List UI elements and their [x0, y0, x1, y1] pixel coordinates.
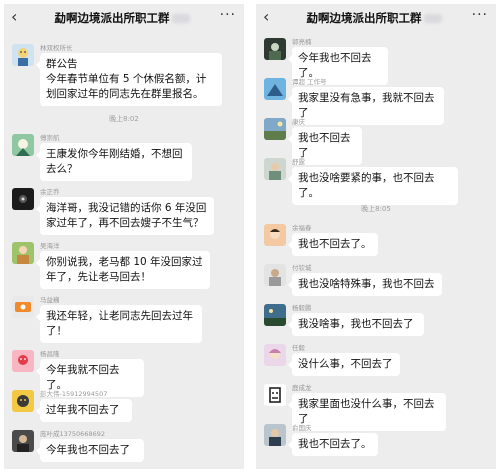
chat-header: ‹ 勐啊边境派出所职工群 ··· [256, 4, 496, 32]
more-options-icon[interactable]: ··· [220, 7, 236, 23]
avatar[interactable] [264, 344, 286, 366]
avatar[interactable] [264, 424, 286, 446]
avatar[interactable] [12, 430, 34, 452]
avatar[interactable] [264, 304, 286, 326]
avatar[interactable] [264, 118, 286, 140]
more-options-icon[interactable]: ··· [472, 7, 488, 23]
back-arrow-icon[interactable]: ‹ [263, 8, 269, 26]
message-bubble[interactable]: 今年我也不回去了 [36, 439, 144, 462]
sender-name: 庞叶成13750668692 [40, 430, 105, 438]
message-bubble[interactable]: 我也不回去了。 [288, 433, 378, 456]
message-bubble[interactable]: 我没啥事，我也不回去了 [288, 313, 424, 336]
sender-name: 彭大伟-15912994507 [40, 390, 108, 398]
avatar[interactable] [12, 44, 34, 66]
message-bubble[interactable]: 我家里面也没什么事，不回去了 [288, 393, 446, 431]
avatar[interactable] [12, 296, 34, 318]
message-bubble[interactable]: 过年我不回去了 [36, 399, 132, 422]
message-bubble[interactable]: 群公告 今年春节单位有 5 个休假名额，计 划回家过年的同志先在群里报名。 [36, 53, 222, 106]
avatar[interactable] [12, 350, 34, 372]
chat-header: ‹ 勐啊边境派出所职工群 ··· [4, 4, 244, 32]
message-bubble[interactable]: 王康发你今年刚结婚，不想回 去么？ [36, 143, 192, 181]
message-bubble[interactable]: 海洋哥，我没记错的话你 6 年没回 家过年了，再不回去嫂子不生气？ [36, 197, 214, 235]
left-chat-screenshot: ‹ 勐啊边境派出所职工群 ··· 林双权所长 群公告 今年春节单位有 5 个休假… [4, 4, 244, 469]
group-title: 勐啊边境派出所职工群 [34, 10, 210, 26]
sender-name: 余福春 [292, 224, 312, 232]
sender-name: 舒霆 [292, 158, 305, 166]
timestamp: 晚上8:05 [361, 205, 391, 213]
avatar[interactable] [264, 224, 286, 246]
sender-name: 付钦城 [292, 264, 312, 272]
sender-name: 郭亮楠 [292, 38, 312, 46]
avatar[interactable] [264, 38, 286, 60]
sender-name: 杨昌隆 [40, 350, 60, 358]
sender-name: 傅崇航 [40, 134, 60, 142]
avatar[interactable] [12, 390, 34, 412]
back-arrow-icon[interactable]: ‹ [11, 8, 17, 26]
sender-name: 林双权所长 [40, 44, 73, 52]
sender-name: 吴海洋 [40, 242, 60, 250]
sender-name: 余正乔 [40, 188, 60, 196]
blurred-count [171, 14, 190, 23]
avatar[interactable] [12, 242, 34, 264]
message-bubble[interactable]: 我也没啥特殊事，我也不回去 [288, 273, 442, 296]
sender-name: 俞国庆 [292, 424, 312, 432]
avatar[interactable] [264, 264, 286, 286]
sender-name: 马益巍 [40, 296, 60, 304]
sender-name: 杨毅鹏 [292, 304, 312, 312]
right-chat-screenshot: ‹ 勐啊边境派出所职工群 ··· 郭亮楠 今年我也不回去了。 谭超 工作号 我家… [256, 4, 496, 469]
message-bubble[interactable]: 你别说我，老马都 10 年没回家过 年了，先让老马回去！ [36, 251, 210, 289]
sender-name: 任毅 [292, 344, 305, 352]
avatar[interactable] [264, 78, 286, 100]
avatar[interactable] [264, 158, 286, 180]
avatar[interactable] [264, 384, 286, 406]
sender-name: 鹿成龙 [292, 384, 312, 392]
message-bubble[interactable]: 我也没啥要紧的事，也不回去了。 [288, 167, 458, 205]
message-bubble[interactable]: 我还年轻，让老同志先回去过年 了！ [36, 305, 202, 343]
sender-name: 康庆 [292, 118, 305, 126]
message-bubble[interactable]: 没什么事，不回去了 [288, 353, 400, 376]
blurred-count [423, 14, 442, 23]
message-bubble[interactable]: 我也不回去了。 [288, 233, 378, 256]
timestamp: 晚上8:02 [109, 115, 139, 123]
avatar[interactable] [12, 188, 34, 210]
group-title: 勐啊边境派出所职工群 [286, 10, 462, 26]
message-bubble[interactable]: 我家里没有急事，我就不回去了 [288, 87, 444, 125]
sender-name: 谭超 工作号 [292, 78, 327, 86]
avatar[interactable] [12, 134, 34, 156]
